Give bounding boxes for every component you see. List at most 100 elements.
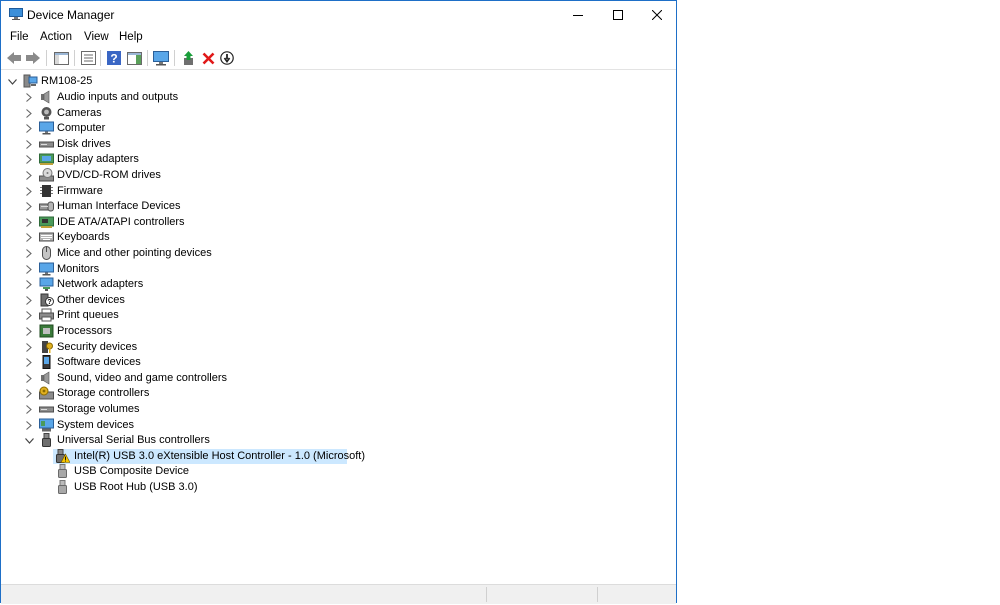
tree-category-computer[interactable]: Computer — [1, 121, 241, 136]
close-icon — [652, 10, 662, 20]
chevron-right-icon[interactable] — [24, 308, 34, 323]
action-pane-button[interactable] — [125, 50, 143, 66]
maximize-icon — [613, 10, 623, 20]
chevron-right-icon[interactable] — [24, 293, 34, 308]
other-devices-icon: ? — [40, 293, 54, 307]
tree-category-processors[interactable]: Processors — [1, 324, 241, 339]
forward-button[interactable] — [24, 50, 42, 66]
chevron-right-icon[interactable] — [24, 168, 34, 183]
menu-help[interactable]: Help — [119, 31, 143, 43]
chevron-right-icon[interactable] — [24, 402, 34, 417]
update-driver-icon — [183, 50, 193, 65]
chevron-right-icon[interactable] — [24, 340, 34, 355]
chevron-right-icon[interactable] — [24, 184, 34, 199]
window-title: Device Manager — [27, 8, 115, 22]
chevron-right-icon[interactable] — [24, 386, 34, 401]
back-arrow-icon — [7, 52, 21, 64]
tree-category-storage-volumes[interactable]: Storage volumes — [1, 402, 241, 417]
minimize-button[interactable] — [558, 1, 598, 29]
tree-category-label: Storage controllers — [57, 387, 150, 400]
tree-category-monitors[interactable]: Monitors — [1, 262, 241, 277]
tree-category-storage-controllers[interactable]: Storage controllers — [1, 386, 241, 401]
console-tree-icon — [53, 51, 69, 65]
tree-category-security-devices[interactable]: Security devices — [1, 340, 241, 355]
toolbar-separator — [74, 50, 75, 66]
dvd-icon — [39, 168, 54, 182]
sound-icon — [41, 371, 50, 385]
toolbar-separator — [147, 50, 148, 66]
menu-view[interactable]: View — [84, 31, 109, 43]
chevron-right-icon[interactable] — [24, 137, 34, 152]
chevron-right-icon[interactable] — [24, 152, 34, 167]
properties-button[interactable] — [79, 50, 97, 66]
chevron-right-icon[interactable] — [24, 121, 34, 136]
chevron-right-icon[interactable] — [24, 262, 34, 277]
tree-category-firmware[interactable]: Firmware — [1, 184, 241, 199]
tree-category-ide-ata-atapi-controllers[interactable]: IDE ATA/ATAPI controllers — [1, 215, 241, 230]
menu-action[interactable]: Action — [40, 31, 72, 43]
tree-device-label: USB Composite Device — [74, 465, 189, 478]
tree-category-network-adapters[interactable]: Network adapters — [1, 277, 241, 292]
back-button[interactable] — [5, 50, 23, 66]
update-driver-button[interactable] — [179, 50, 197, 66]
tree-device-item[interactable]: Intel(R) USB 3.0 eXtensible Host Control… — [53, 448, 365, 464]
tree-category-label: System devices — [57, 418, 135, 431]
uninstall-device-button[interactable] — [199, 50, 217, 66]
tree-category-human-interface-devices[interactable]: Human Interface Devices — [1, 199, 241, 214]
usb-plug-icon — [58, 464, 67, 479]
tree-root-node[interactable]: RM108-25 — [1, 74, 121, 89]
tree-category-label: Print queues — [57, 309, 119, 322]
chevron-down-icon[interactable] — [7, 74, 17, 89]
tree-category-sound-video-and-game-controllers[interactable]: Sound, video and game controllers — [1, 371, 241, 386]
tree-category-keyboards[interactable]: Keyboards — [1, 230, 241, 245]
tree-device-item[interactable]: USB Composite Device — [53, 464, 189, 479]
tree-category-universal-serial-bus-controllers[interactable]: Universal Serial Bus controllers — [1, 433, 241, 448]
chevron-right-icon[interactable] — [24, 277, 34, 292]
maximize-button[interactable] — [598, 1, 638, 29]
tree-category-label: Other devices — [57, 293, 125, 306]
tree-category-label: Sound, video and game controllers — [57, 371, 227, 384]
device-tree[interactable]: RM108-25 Audio inputs and outputs Camera… — [1, 73, 676, 583]
svg-text:?: ? — [110, 52, 117, 66]
uninstall-x-icon — [202, 52, 214, 64]
chevron-right-icon[interactable] — [24, 106, 34, 121]
tree-category-label: Computer — [57, 122, 106, 135]
tree-category-label: Universal Serial Bus controllers — [57, 434, 210, 447]
chevron-right-icon[interactable] — [24, 418, 34, 433]
tree-category-dvd-cd-rom-drives[interactable]: DVD/CD-ROM drives — [1, 168, 241, 183]
chevron-right-icon[interactable] — [24, 230, 34, 245]
close-button[interactable] — [637, 1, 677, 29]
tree-device-item[interactable]: USB Root Hub (USB 3.0) — [53, 480, 198, 495]
camera-icon — [41, 106, 52, 120]
disable-device-button[interactable] — [218, 50, 236, 66]
tree-category-cameras[interactable]: Cameras — [1, 106, 241, 121]
tree-category-audio-inputs-and-outputs[interactable]: Audio inputs and outputs — [1, 90, 241, 105]
chevron-down-icon[interactable] — [24, 433, 34, 448]
chevron-right-icon[interactable] — [24, 215, 34, 230]
tree-category-label: Mice and other pointing devices — [57, 247, 212, 259]
mouse-icon — [42, 246, 51, 260]
tree-category-label: Keyboards — [57, 231, 110, 244]
tree-category-print-queues[interactable]: Print queues — [1, 308, 241, 323]
chevron-right-icon[interactable] — [24, 246, 34, 261]
chevron-right-icon[interactable] — [24, 90, 34, 105]
tree-category-other-devices[interactable]: ? Other devices — [1, 293, 241, 308]
tree-category-disk-drives[interactable]: Disk drives — [1, 137, 241, 152]
disk-drive-icon — [39, 141, 54, 148]
properties-icon — [80, 51, 96, 65]
title-bar[interactable]: Device Manager — [1, 1, 676, 29]
tree-category-mice-and-other-pointing-devices[interactable]: Mice and other pointing devices — [1, 246, 241, 261]
monitor-icon — [39, 262, 54, 276]
scan-hardware-button[interactable] — [152, 50, 170, 66]
chevron-right-icon[interactable] — [24, 324, 34, 339]
tree-category-system-devices[interactable]: System devices — [1, 418, 241, 433]
tree-category-software-devices[interactable]: Software devices — [1, 355, 241, 370]
show-hide-console-tree-button[interactable] — [52, 50, 70, 66]
help-button[interactable]: ? — [105, 50, 123, 66]
chevron-right-icon[interactable] — [24, 371, 34, 386]
tree-category-label: Display adapters — [57, 153, 139, 166]
chevron-right-icon[interactable] — [24, 355, 34, 370]
tree-category-display-adapters[interactable]: Display adapters — [1, 152, 241, 167]
chevron-right-icon[interactable] — [24, 199, 34, 214]
menu-file[interactable]: File — [10, 31, 29, 43]
